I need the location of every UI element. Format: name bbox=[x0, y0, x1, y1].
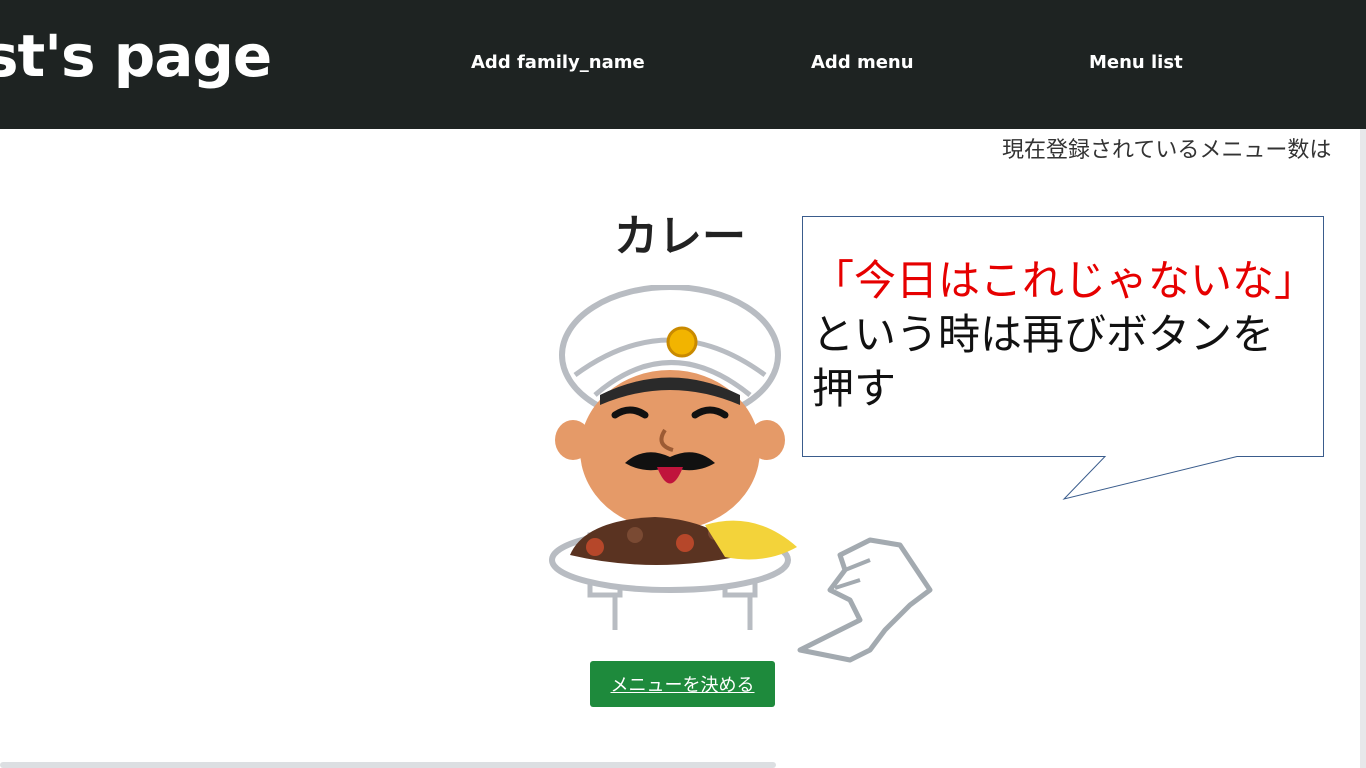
callout-red-line: 「今日はこれじゃないな」 bbox=[812, 256, 1317, 305]
menu-count-text: 現在登録されているメニュー数は bbox=[1002, 138, 1332, 163]
nav-menu-list[interactable]: Menu list bbox=[1089, 52, 1183, 73]
navbar: st's page Add family_name Add menu Menu … bbox=[0, 0, 1366, 129]
decide-menu-button[interactable]: メニューを決める bbox=[590, 661, 775, 707]
callout-text: 「今日はこれじゃないな」 という時は再びボタンを押す bbox=[812, 254, 1317, 416]
nav-add-menu[interactable]: Add menu bbox=[811, 52, 914, 73]
menu-title: カレー bbox=[614, 211, 746, 262]
nav-add-family-name[interactable]: Add family_name bbox=[471, 52, 645, 73]
bottom-card-edge bbox=[0, 762, 776, 768]
scrollbar[interactable] bbox=[1360, 129, 1366, 768]
brand-title[interactable]: st's page bbox=[0, 22, 272, 90]
annotation-callout: 「今日はこれじゃないな」 という時は再びボタンを押す bbox=[802, 216, 1326, 506]
pointing-hand-icon bbox=[797, 537, 933, 663]
callout-black-line: という時は再びボタンを押す bbox=[812, 310, 1275, 413]
curry-chef-illustration bbox=[549, 285, 797, 630]
